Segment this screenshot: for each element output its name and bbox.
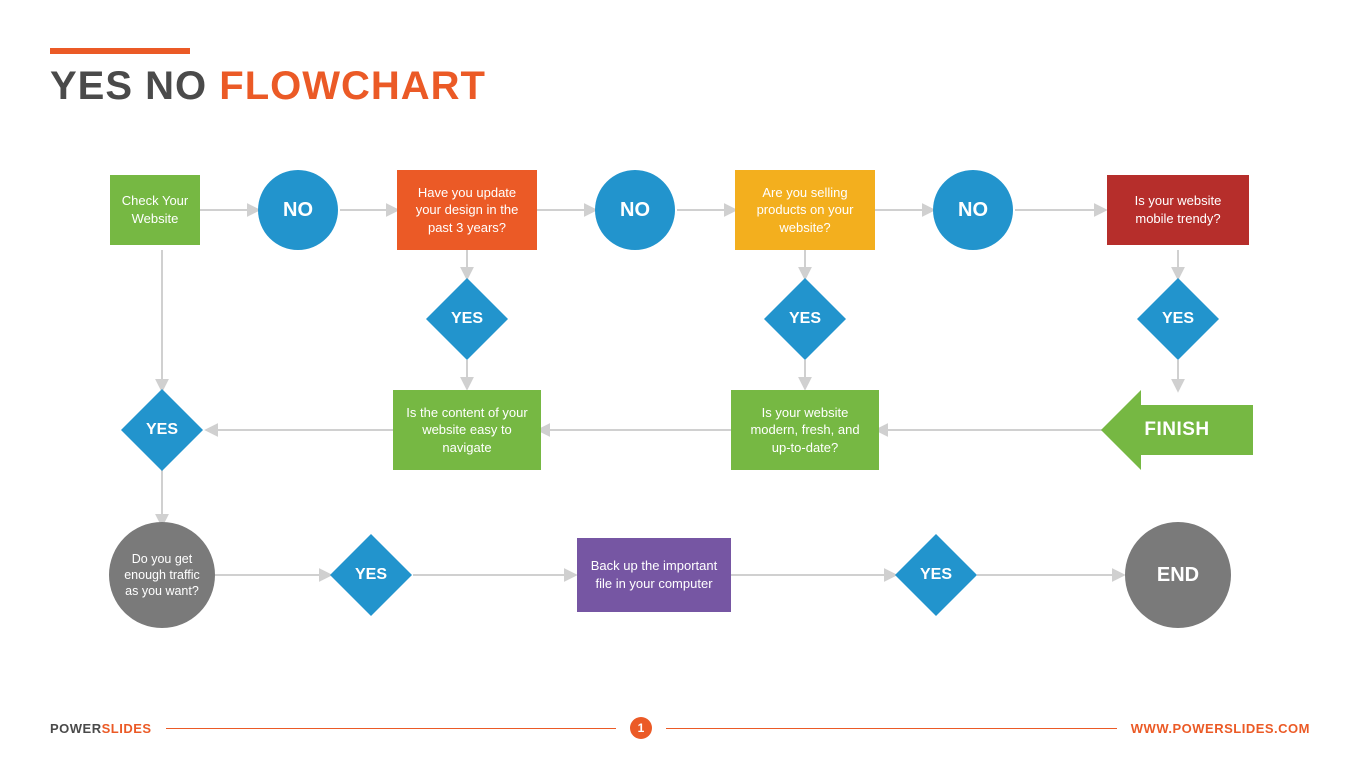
title-accent-bar [50,48,190,54]
node-no-3: NO [933,170,1013,250]
node-selling-products: Are you selling products on your website… [735,170,875,250]
footer-divider [666,728,1117,729]
finish-label: FINISH [1144,419,1209,441]
node-end: END [1125,522,1231,628]
title-part2: FLOWCHART [219,64,486,108]
node-yes-traffic: YES [330,534,412,616]
yes-label: YES [1162,310,1194,328]
title-part1: YES NO [50,64,219,108]
brand-part1: POWER [50,721,102,736]
node-yes-backup: YES [895,534,977,616]
slide-footer: POWERSLIDES 1 WWW.POWERSLIDES.COM [50,717,1310,739]
footer-divider [166,728,617,729]
node-check-website: Check Your Website [110,175,200,245]
node-finish: FINISH [1101,390,1253,470]
yes-label: YES [789,310,821,328]
page-number: 1 [630,717,652,739]
node-easy-navigate: Is the content of your website easy to n… [393,390,541,470]
flowchart-canvas: Check Your Website NO Have you update yo… [95,170,1290,650]
yes-label: YES [355,566,387,584]
slide-title: YES NO FLOWCHART [50,64,486,109]
footer-url: WWW.POWERSLIDES.COM [1131,721,1310,736]
node-backup: Back up the important file in your compu… [577,538,731,612]
slide-title-block: YES NO FLOWCHART [50,48,486,109]
footer-brand: POWERSLIDES [50,721,152,736]
node-mobile-trendy: Is your website mobile trendy? [1107,175,1249,245]
node-yes-mobile: YES [1137,278,1219,360]
node-traffic: Do you get enough traffic as you want? [109,522,215,628]
node-no-2: NO [595,170,675,250]
node-yes-left: YES [121,389,203,471]
brand-part2: SLIDES [102,721,152,736]
node-update-design: Have you update your design in the past … [397,170,537,250]
node-modern-fresh: Is your website modern, fresh, and up-to… [731,390,879,470]
yes-label: YES [451,310,483,328]
node-yes-update: YES [426,278,508,360]
yes-label: YES [146,421,178,439]
node-no-1: NO [258,170,338,250]
yes-label: YES [920,566,952,584]
node-yes-selling: YES [764,278,846,360]
